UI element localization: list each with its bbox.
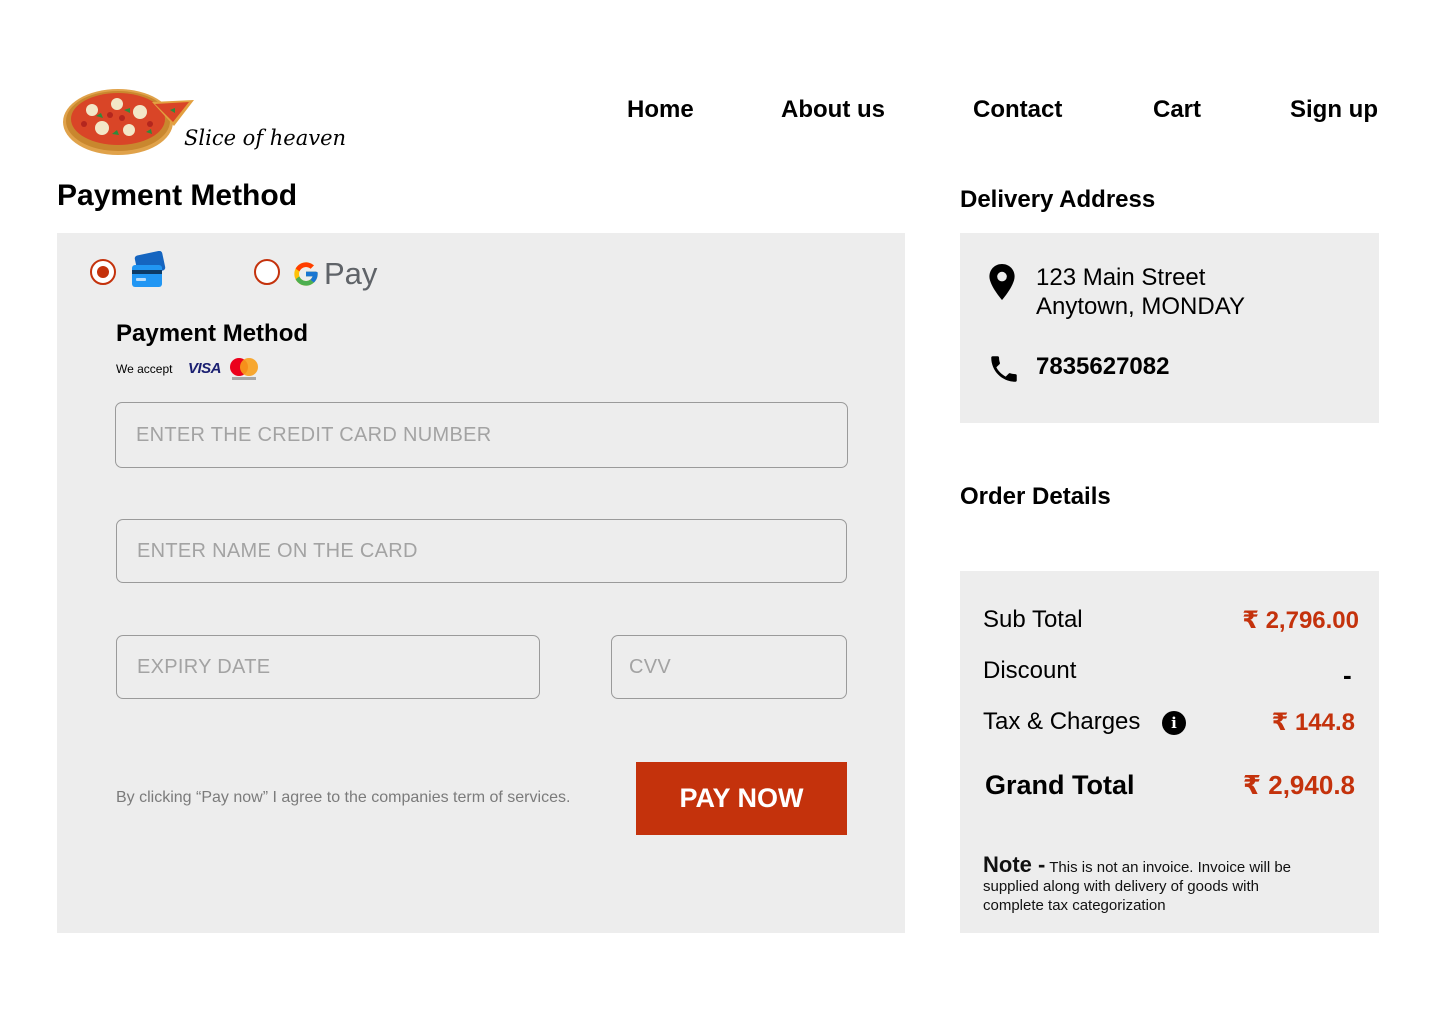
card-form-title: Payment Method [116, 320, 309, 347]
location-pin-icon [989, 264, 1015, 300]
info-icon[interactable]: i [1162, 711, 1186, 735]
card-number-input[interactable] [115, 402, 848, 468]
grand-total-label: Grand Total [985, 770, 1135, 800]
credit-card-icon [132, 251, 166, 287]
note-label: Note - [983, 852, 1046, 877]
pay-now-button[interactable]: PAY NOW [636, 762, 847, 835]
discount-value: - [1343, 660, 1352, 690]
gpay-label: Pay [324, 256, 378, 291]
card-name-input[interactable] [116, 519, 847, 583]
address-line-2: Anytown, MONDAY [1036, 293, 1245, 320]
tax-label: Tax & Charges [983, 708, 1141, 735]
grand-total-value: ₹ 2,940.8 [1242, 770, 1355, 800]
payment-section-title: Payment Method [57, 179, 298, 212]
pizza-icon [63, 89, 194, 155]
nav-home[interactable]: Home [627, 96, 694, 124]
delivery-phone: 7835627082 [1036, 353, 1170, 380]
gpay-option[interactable]: Pay [292, 254, 377, 294]
rupee-icon: ₹ [1242, 607, 1259, 634]
credit-card-radio[interactable] [90, 259, 116, 285]
nav-signup[interactable]: Sign up [1290, 96, 1378, 124]
we-accept-label: We accept [116, 362, 173, 376]
brand-logo[interactable]: Slice of heaven [62, 82, 346, 162]
gpay-radio[interactable] [254, 259, 280, 285]
google-g-icon [294, 262, 318, 286]
visa-logo: VISA [188, 360, 222, 377]
mastercard-logo [230, 358, 258, 380]
nav-cart[interactable]: Cart [1153, 96, 1201, 124]
delivery-section-title: Delivery Address [960, 186, 1156, 213]
subtotal-value: ₹ 2,796.00 [1242, 607, 1359, 634]
terms-text: By clicking “Pay now” I agree to the com… [116, 789, 571, 806]
rupee-icon: ₹ [1271, 709, 1289, 736]
brand-name: Slice of heaven [184, 126, 347, 150]
phone-icon [991, 356, 1017, 382]
order-note: Note - This is not an invoice. Invoice w… [983, 852, 1323, 915]
delivery-address: 123 Main Street Anytown, MONDAY [1036, 263, 1245, 321]
nav-contact[interactable]: Contact [973, 96, 1062, 124]
discount-label: Discount [983, 657, 1077, 684]
order-section-title: Order Details [960, 483, 1111, 510]
tax-value: ₹ 144.8 [1271, 709, 1355, 736]
subtotal-label: Sub Total [983, 606, 1083, 633]
expiry-date-input[interactable] [116, 635, 540, 699]
address-line-1: 123 Main Street [1036, 264, 1206, 291]
nav-about[interactable]: About us [781, 96, 885, 124]
cvv-input[interactable] [611, 635, 847, 699]
delivery-panel [960, 233, 1379, 423]
rupee-icon: ₹ [1242, 770, 1262, 800]
